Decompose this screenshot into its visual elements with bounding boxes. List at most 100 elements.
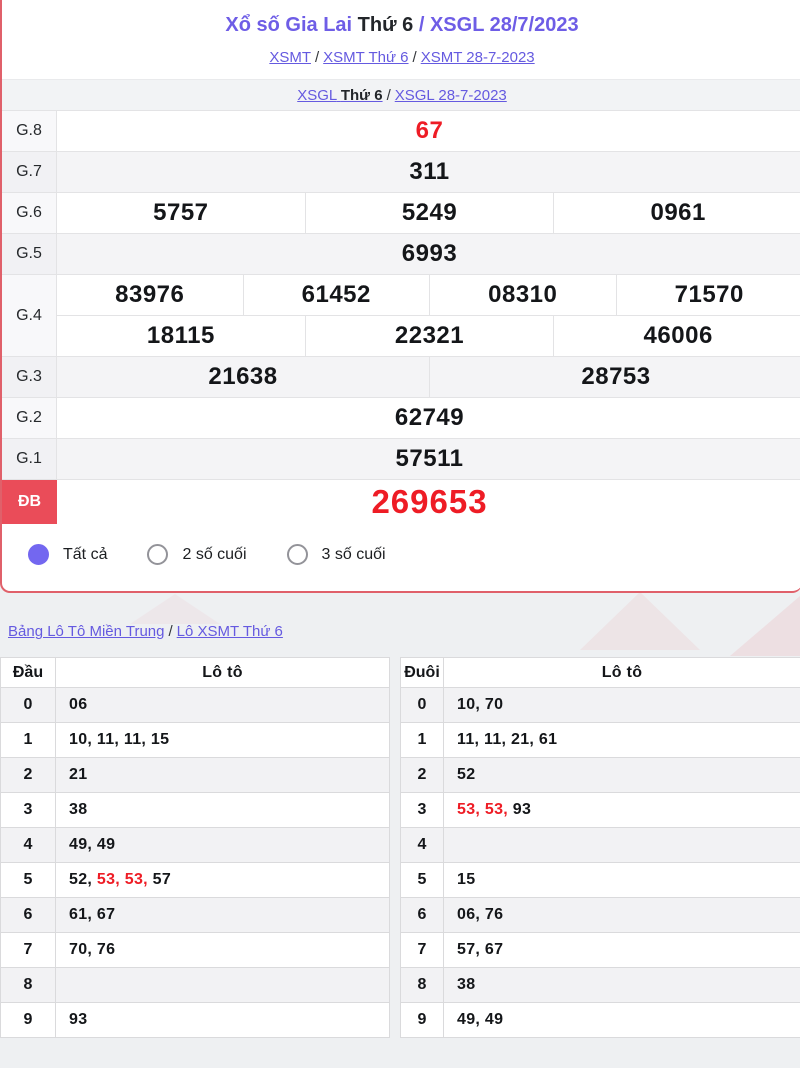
prize-values: 57511	[57, 439, 800, 479]
loto-row: 338	[1, 793, 389, 828]
loto-numbers: 38	[56, 793, 389, 827]
page-title-code: XSGL 28/7/2023	[430, 14, 579, 36]
loto-row: 949, 49	[401, 1003, 800, 1038]
loto-digit: 7	[1, 933, 56, 967]
prize-values: 6993	[57, 234, 800, 274]
page-title-day: Thứ 6	[358, 14, 414, 36]
loto-header-key: Đuôi	[401, 658, 444, 687]
prize-label: G.1	[2, 439, 57, 479]
prize-row: G.32163828753	[2, 357, 800, 398]
prize-subrow: 6993	[57, 234, 800, 274]
link-xsgl-date[interactable]: XSGL 28-7-2023	[395, 87, 507, 104]
filter-option-2[interactable]: 3 số cuối	[287, 544, 386, 565]
prize-value: 46006	[553, 316, 800, 356]
link-xsgl-thu6[interactable]: XSGL Thứ 6	[297, 87, 382, 104]
filter-option-0[interactable]: Tất cả	[28, 544, 107, 565]
loto-number: 70	[485, 696, 503, 714]
breadcrumb-xsgl: XSGL Thứ 6/XSGL 28-7-2023	[2, 79, 800, 110]
prize-subrow: 181152232146006	[57, 315, 800, 356]
loto-number: 38	[457, 976, 475, 994]
loto-number: 52,	[69, 871, 97, 889]
link-xsmt-thu6[interactable]: XSMT Thứ 6	[323, 49, 408, 66]
loto-number: 21	[69, 766, 87, 784]
loto-digit: 5	[1, 863, 56, 897]
loto-number: 10,	[457, 696, 485, 714]
loto-numbers: 52, 53, 53, 57	[56, 863, 389, 897]
loto-numbers: 70, 76	[56, 933, 389, 967]
loto-numbers: 52	[444, 758, 800, 792]
breadcrumb-separator: /	[311, 49, 323, 66]
loto-numbers: 49, 49	[444, 1003, 800, 1037]
link-xsgl-main: XSGL	[297, 87, 336, 104]
radio-selected-icon[interactable]	[28, 544, 49, 565]
loto-digit: 1	[1, 723, 56, 757]
prize-table: G.867G.7311G.6575752490961G.56993G.48397…	[2, 110, 800, 524]
loto-row: 006	[1, 688, 389, 723]
prize-value: 0961	[553, 193, 800, 233]
prize-subrow: 57511	[57, 439, 800, 479]
loto-number: 15	[151, 731, 169, 749]
loto-digit: 4	[1, 828, 56, 862]
loto-row: 8	[1, 968, 389, 1003]
loto-number: 67	[485, 941, 503, 959]
loto-breadcrumb: Bảng Lô Tô Miền Trung/Lô XSMT Thứ 6	[8, 623, 800, 640]
link-bang-lo-to-mien-trung[interactable]: Bảng Lô Tô Miền Trung	[8, 623, 165, 640]
prize-value: 18115	[57, 316, 305, 356]
link-xsmt[interactable]: XSMT	[269, 49, 311, 66]
loto-row: 2 21	[1, 758, 389, 793]
filter-label: 2 số cuối	[182, 546, 246, 564]
radio-unselected-icon[interactable]	[287, 544, 308, 565]
radio-unselected-icon[interactable]	[147, 544, 168, 565]
loto-number: 53,	[97, 871, 125, 889]
loto-number: 52	[457, 766, 475, 784]
prize-value: 5757	[57, 193, 305, 233]
loto-number: 53,	[485, 801, 513, 819]
loto-number: 11,	[97, 731, 124, 749]
prize-subrow: 83976614520831071570	[57, 275, 800, 315]
prize-label: G.8	[2, 111, 57, 151]
loto-row: 110, 11, 11, 15	[1, 723, 389, 758]
prize-value: 5249	[305, 193, 554, 233]
loto-digit: 5	[401, 863, 444, 897]
loto-number: 57,	[457, 941, 485, 959]
loto-numbers: 93	[56, 1003, 389, 1037]
loto-number: 93	[69, 1011, 87, 1029]
prize-label: G.2	[2, 398, 57, 438]
loto-number: 06	[69, 696, 87, 714]
prize-row: G.56993	[2, 234, 800, 275]
prize-value: 21638	[57, 357, 429, 397]
loto-digit: 4	[401, 828, 444, 862]
loto-header-value: Lô tô	[56, 658, 389, 687]
prize-label: ĐB	[2, 480, 57, 524]
loto-tables: ĐầuLô tô006110, 11, 11, 15221338449, 495…	[0, 657, 800, 1038]
loto-digit: 0	[401, 688, 444, 722]
loto-digit: 1	[401, 723, 444, 757]
loto-row: 993	[1, 1003, 389, 1038]
loto-number: 11,	[124, 731, 151, 749]
loto-row: 552, 53, 53, 57	[1, 863, 389, 898]
prize-value: 57511	[57, 439, 800, 479]
loto-digit: 3	[401, 793, 444, 827]
loto-number: 10,	[69, 731, 97, 749]
loto-row: 770, 76	[1, 933, 389, 968]
loto-numbers: 10, 11, 11, 15	[56, 723, 389, 757]
prize-value: 28753	[429, 357, 800, 397]
filter-option-1[interactable]: 2 số cuối	[147, 544, 246, 565]
prize-label: G.5	[2, 234, 57, 274]
loto-header-row: ĐầuLô tô	[1, 658, 389, 688]
loto-digit: 2	[1, 758, 56, 792]
link-lo-xsmt-thu6[interactable]: Lô XSMT Thứ 6	[177, 623, 283, 640]
prize-value: 311	[57, 152, 800, 192]
loto-digit: 8	[1, 968, 56, 1002]
loto-row: 111, 11, 21, 61	[401, 723, 800, 758]
prize-values: 2163828753	[57, 357, 800, 397]
prize-value: 08310	[429, 275, 616, 315]
breadcrumb-xsmt: XSMT/XSMT Thứ 6/XSMT 28-7-2023	[2, 48, 800, 67]
prize-value: 269653	[57, 480, 800, 524]
link-xsmt-date[interactable]: XSMT 28-7-2023	[421, 49, 535, 66]
loto-number: 49	[485, 1011, 503, 1029]
prize-values: 62749	[57, 398, 800, 438]
prize-label: G.4	[2, 275, 57, 356]
loto-row: 4	[401, 828, 800, 863]
prize-label: G.6	[2, 193, 57, 233]
